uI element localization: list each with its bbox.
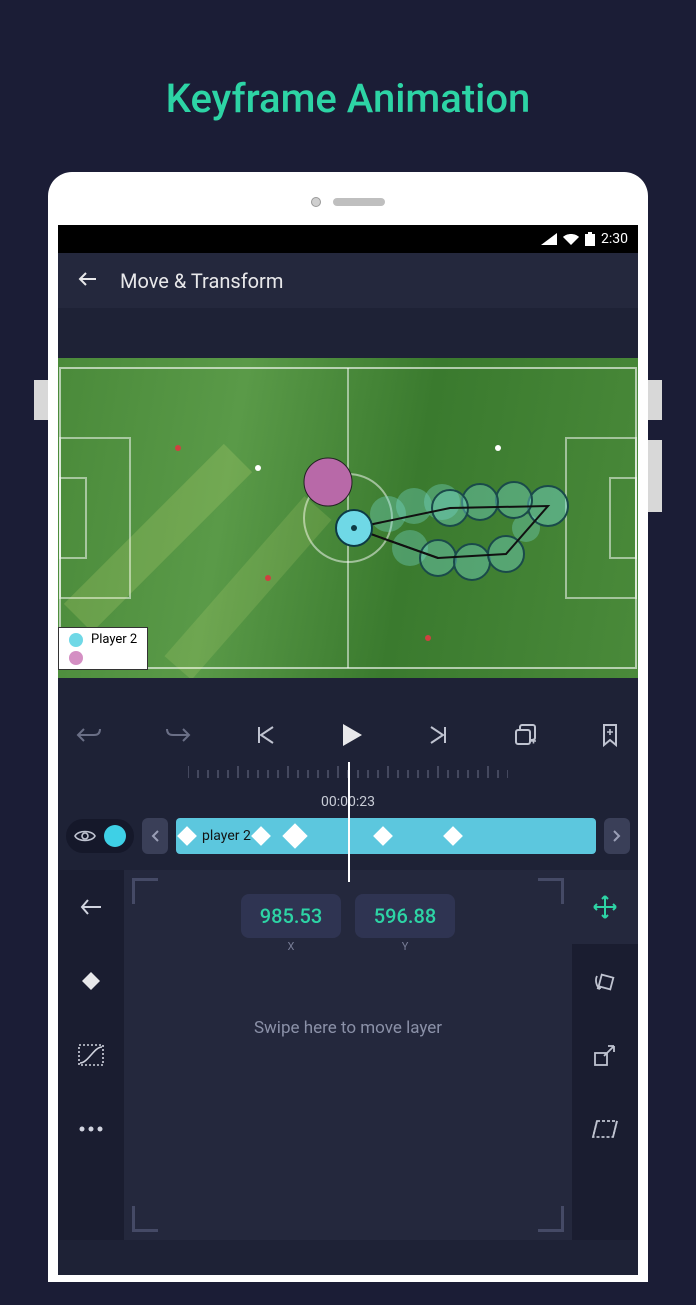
skip-start-icon bbox=[255, 724, 277, 746]
rotate-icon bbox=[592, 968, 618, 994]
device-screen: 2:30 Move & Transform bbox=[58, 225, 638, 1275]
diamond-icon bbox=[81, 971, 101, 991]
back-button[interactable] bbox=[76, 267, 100, 294]
camera-icon bbox=[311, 197, 321, 207]
swipe-hint: Swipe here to move layer bbox=[254, 1018, 442, 1038]
keyframe-marker[interactable] bbox=[177, 826, 197, 846]
status-time: 2:30 bbox=[601, 231, 628, 247]
rotate-tool-button[interactable] bbox=[572, 944, 638, 1018]
speaker-grille bbox=[333, 198, 385, 206]
legend-item: Player 2 bbox=[69, 632, 137, 647]
curve-icon bbox=[78, 1044, 104, 1066]
wifi-icon bbox=[563, 233, 579, 245]
keyframe-marker[interactable] bbox=[443, 826, 463, 846]
frame-corner-icon bbox=[538, 878, 564, 904]
x-axis-label: X bbox=[241, 940, 341, 953]
move-pad[interactable]: 985.53 X 596.88 Y Swipe here to move lay… bbox=[124, 870, 572, 1240]
redo-button[interactable] bbox=[165, 725, 191, 745]
keyframe-tool-button[interactable] bbox=[58, 944, 124, 1018]
right-tool-column bbox=[572, 870, 638, 1240]
bookmark-add-button[interactable] bbox=[600, 723, 620, 747]
bookmark-plus-icon bbox=[600, 723, 620, 747]
frame-corner-icon bbox=[538, 1206, 564, 1232]
more-tool-button[interactable] bbox=[58, 1092, 124, 1166]
skip-start-button[interactable] bbox=[255, 724, 277, 746]
redo-icon bbox=[165, 725, 191, 745]
arrow-left-icon bbox=[79, 897, 103, 917]
chevron-left-icon bbox=[150, 829, 160, 843]
y-value-input[interactable]: 596.88 bbox=[355, 894, 455, 938]
tablet-frame: 2:30 Move & Transform bbox=[48, 172, 648, 1282]
legend-label: Player 2 bbox=[91, 632, 137, 647]
clip-label: player 2 bbox=[202, 828, 251, 844]
track-visibility-toggle[interactable] bbox=[66, 819, 134, 853]
promo-title: Keyframe Animation bbox=[0, 0, 696, 172]
undo-button[interactable] bbox=[76, 725, 102, 745]
page-title: Move & Transform bbox=[120, 269, 283, 293]
frame-corner-icon bbox=[132, 878, 158, 904]
left-tool-column bbox=[58, 870, 124, 1240]
tablet-hardware bbox=[58, 192, 638, 225]
track-color-chip[interactable] bbox=[104, 825, 126, 847]
skip-end-icon bbox=[427, 724, 449, 746]
cell-signal-icon bbox=[541, 233, 557, 245]
timeline-clip[interactable]: player 2 bbox=[176, 818, 596, 854]
timeline-ruler[interactable] bbox=[58, 762, 638, 790]
y-axis-label: Y bbox=[355, 940, 455, 953]
play-button[interactable] bbox=[340, 722, 364, 748]
panel-back-button[interactable] bbox=[58, 870, 124, 944]
canvas-preview[interactable]: Player 2 bbox=[58, 358, 638, 678]
move-arrows-icon bbox=[592, 894, 618, 920]
keyframe-marker[interactable] bbox=[251, 826, 271, 846]
skip-end-button[interactable] bbox=[427, 724, 449, 746]
battery-icon bbox=[585, 232, 595, 246]
skew-tool-button[interactable] bbox=[572, 1092, 638, 1166]
chevron-right-icon bbox=[612, 829, 622, 843]
legend-item bbox=[69, 651, 137, 665]
playback-controls bbox=[58, 708, 638, 762]
status-bar: 2:30 bbox=[58, 225, 638, 253]
legend-color-icon bbox=[69, 633, 83, 647]
play-icon bbox=[340, 722, 364, 748]
scale-tool-button[interactable] bbox=[572, 1018, 638, 1092]
scale-icon bbox=[592, 1042, 618, 1068]
keyframe-marker[interactable] bbox=[282, 823, 307, 848]
frame-corner-icon bbox=[132, 1206, 158, 1232]
layers-plus-icon bbox=[513, 723, 537, 747]
legend-color-icon bbox=[69, 651, 83, 665]
move-tool-button[interactable] bbox=[572, 870, 638, 944]
legend: Player 2 bbox=[58, 627, 148, 670]
undo-icon bbox=[76, 725, 102, 745]
dots-horizontal-icon bbox=[79, 1126, 103, 1132]
x-value-input[interactable]: 985.53 bbox=[241, 894, 341, 938]
next-keyframe-button[interactable] bbox=[604, 818, 630, 854]
app-header: Move & Transform bbox=[58, 253, 638, 308]
arrow-left-icon bbox=[76, 267, 100, 291]
easing-tool-button[interactable] bbox=[58, 1018, 124, 1092]
duplicate-button[interactable] bbox=[513, 723, 537, 747]
transform-panel: 985.53 X 596.88 Y Swipe here to move lay… bbox=[58, 870, 638, 1240]
keyframe-marker[interactable] bbox=[373, 826, 393, 846]
skew-icon bbox=[591, 1118, 619, 1140]
playhead[interactable] bbox=[348, 762, 350, 882]
prev-keyframe-button[interactable] bbox=[142, 818, 168, 854]
eye-icon bbox=[74, 828, 96, 844]
